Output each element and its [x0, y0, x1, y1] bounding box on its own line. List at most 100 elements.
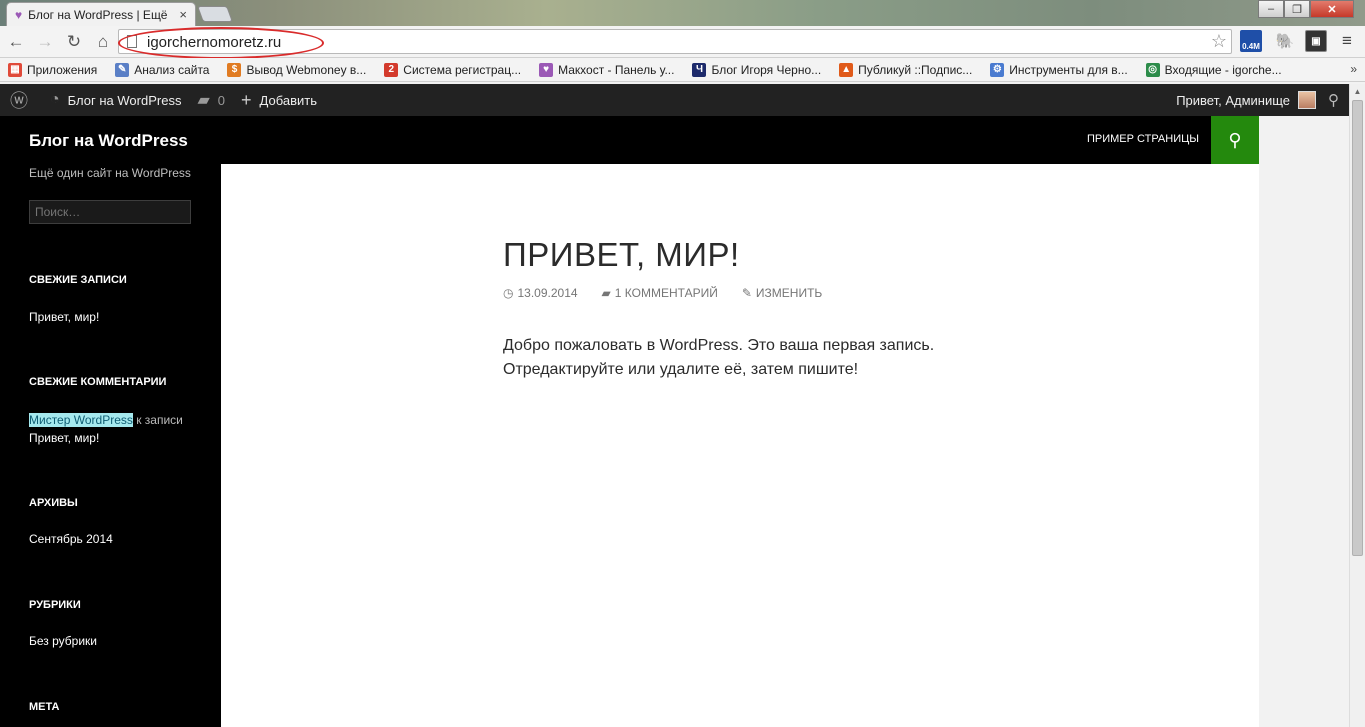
recent-comment: Мистер WordPress к записи Привет, мир! [29, 411, 199, 447]
reload-icon[interactable]: ↻ [63, 31, 85, 53]
widget-title-recent-comments: СВЕЖИЕ КОММЕНТАРИИ [29, 376, 167, 388]
category-link[interactable]: Без рубрики [29, 634, 97, 648]
site-header: ПРИМЕР СТРАНИЦЫ ⚲ [221, 116, 1259, 164]
sidebar-search [29, 200, 191, 224]
wp-admin-bar: ⓦ ◔ Блог на WordPress ▰ 0 + Добавить При… [0, 84, 1349, 116]
bookmark-item[interactable]: 2 Система регистрац... [376, 62, 522, 77]
search-toggle-icon[interactable]: ⚲ [1211, 116, 1259, 164]
extension-traffic-icon[interactable]: 0.4M [1240, 30, 1262, 52]
publish-icon: ▲ [839, 62, 854, 77]
comment-author-link[interactable]: Мистер WordPress [29, 413, 133, 427]
evernote-icon[interactable]: 🐘 [1274, 30, 1296, 52]
close-window-icon[interactable]: ✕ [1310, 0, 1354, 18]
pencil-icon: ✎ [741, 286, 752, 300]
inbox-icon: ◎ [1145, 62, 1160, 77]
new-tab-button[interactable] [197, 6, 233, 22]
blog-icon: Ч [692, 62, 707, 77]
heart-icon: ♥ [15, 7, 23, 22]
post-edit-text: ИЗМЕНИТЬ [755, 286, 823, 300]
maximize-icon[interactable]: ❐ [1284, 0, 1310, 18]
widget-title-recent-posts: СВЕЖИЕ ЗАПИСИ [29, 274, 127, 286]
bookmark-item[interactable]: ⚙ Инструменты для в... [982, 62, 1128, 77]
bookmark-item[interactable]: ◎ Входящие - igorche... [1138, 62, 1282, 77]
bookmark-label: Блог Игоря Черно... [711, 62, 822, 77]
tab-title: Блог на WordPress | Ещё [28, 7, 168, 22]
scroll-thumb[interactable] [1352, 100, 1363, 556]
post-comments-text: 1 КОММЕНТАРИЙ [614, 286, 718, 300]
bookmark-label: Вывод Webmoney в... [246, 62, 367, 77]
bookmark-label: Публикуй ::Подпис... [858, 62, 973, 77]
site-description: Ещё один сайт на WordPress [29, 166, 191, 180]
bookmark-label: Система регистрац... [403, 62, 522, 77]
main-content: ПРИВЕТ, МИР! ◷ 13.09.2014 ▰ 1 КОММЕНТАРИЙ … [221, 164, 1259, 727]
widget-title-archives: АРХИВЫ [29, 497, 78, 509]
extension-icon[interactable]: ▣ [1305, 30, 1327, 52]
widget-title-meta: МЕТА [29, 701, 60, 713]
comment-post-link[interactable]: Привет, мир! [29, 431, 99, 445]
comment-on-text: к записи [132, 413, 183, 427]
bookmark-item[interactable]: ♥ Макхост - Панель у... [531, 62, 675, 77]
bookmark-item[interactable]: $ Вывод Webmoney в... [219, 62, 367, 77]
browser-tab[interactable]: ♥ Блог на WordPress | Ещё × [6, 2, 196, 26]
bookmark-label: Анализ сайта [134, 62, 210, 77]
tab-strip: ♥ Блог на WordPress | Ещё × ‒ ❐ ✕ [0, 0, 1365, 26]
forward-icon[interactable]: → [34, 31, 56, 53]
post-content: Добро пожаловать в WordPress. Это ваша п… [503, 337, 935, 378]
recent-post-link[interactable]: Привет, мир! [29, 310, 99, 324]
plus-icon: + [241, 89, 252, 110]
post-edit-link[interactable]: ✎ ИЗМЕНИТЬ [742, 286, 834, 300]
archive-link[interactable]: Сентябрь 2014 [29, 532, 113, 546]
bookmark-item[interactable]: ✎ Анализ сайта [107, 62, 210, 77]
add-new-label: Добавить [259, 92, 317, 108]
admin-search-icon[interactable]: ⚲ [1328, 91, 1339, 109]
admin-add-new-link[interactable]: + Добавить [241, 90, 317, 111]
post-date-text: 13.09.2014 [517, 286, 578, 300]
bookmarks-bar: ▦ Приложения ✎ Анализ сайта $ Вывод Webmoney … [0, 58, 1365, 82]
home-icon[interactable]: ⌂ [92, 31, 114, 53]
post-date[interactable]: ◷ 13.09.2014 [503, 286, 590, 300]
window-controls: ‒ ❐ ✕ [1258, 0, 1354, 18]
heart-icon: ♥ [539, 62, 554, 77]
url-highlight-ellipse [118, 27, 324, 59]
widget-title-categories: РУБРИКИ [29, 599, 81, 611]
bookmark-label: Инструменты для в... [1009, 62, 1128, 77]
extension-badge: 0.4M [1242, 41, 1260, 51]
comment-bubble-icon: ▰ [601, 286, 611, 300]
bookmarks-more-button[interactable]: » [1350, 62, 1357, 76]
admin-greeting[interactable]: Привет, Админище [1176, 93, 1290, 108]
bookmark-label: Макхост - Панель у... [558, 62, 675, 77]
admin-site-name: Блог на WordPress [67, 92, 182, 108]
apps-icon: ▦ [8, 62, 22, 77]
bookmark-item[interactable]: ▲ Публикуй ::Подпис... [831, 62, 973, 77]
admin-site-link[interactable]: ◔ Блог на WordPress [50, 91, 181, 109]
admin-comments-link[interactable]: ▰ 0 [197, 90, 225, 110]
search-input[interactable] [30, 201, 190, 223]
comments-count: 0 [217, 92, 225, 108]
bookmark-star-icon[interactable]: ☆ [1211, 31, 1227, 52]
post-meta: ◷ 13.09.2014 ▰ 1 КОММЕНТАРИЙ ✎ ИЗМЕНИТЬ [503, 286, 846, 300]
bookmark-item[interactable]: ▦ Приложения [0, 62, 98, 77]
sidebar: Блог на WordPress Ещё один сайт на WordP… [0, 116, 221, 727]
nav-sample-page[interactable]: ПРИМЕР СТРАНИЦЫ [1087, 133, 1199, 145]
post-comments-link[interactable]: ▰ 1 КОММЕНТАРИЙ [602, 286, 730, 300]
webmoney-icon: $ [227, 62, 242, 77]
minimize-icon[interactable]: ‒ [1258, 0, 1284, 18]
bookmark-label: Приложения [27, 62, 98, 77]
wp-logo-icon[interactable]: ⓦ [10, 87, 36, 113]
avatar[interactable] [1298, 91, 1316, 109]
menu-icon[interactable]: ≡ [1336, 30, 1358, 52]
back-icon[interactable]: ← [5, 31, 27, 53]
dashboard-icon: ◔ [50, 91, 60, 108]
comment-icon: ▰ [197, 92, 210, 109]
tab-close-button[interactable]: × [179, 7, 187, 22]
scroll-up-icon[interactable]: ▲ [1350, 84, 1365, 98]
bookmark-item[interactable]: Ч Блог Игоря Черно... [684, 62, 822, 77]
analysis-icon: ✎ [115, 62, 130, 77]
tools-icon: ⚙ [990, 62, 1005, 77]
clock-icon: ◷ [503, 286, 514, 300]
registration-icon: 2 [384, 62, 399, 77]
site-title[interactable]: Блог на WordPress [29, 131, 188, 151]
bookmark-label: Входящие - igorche... [1164, 62, 1282, 77]
post-title[interactable]: ПРИВЕТ, МИР! [503, 236, 740, 274]
page-scrollbar[interactable]: ▲ [1349, 84, 1365, 727]
